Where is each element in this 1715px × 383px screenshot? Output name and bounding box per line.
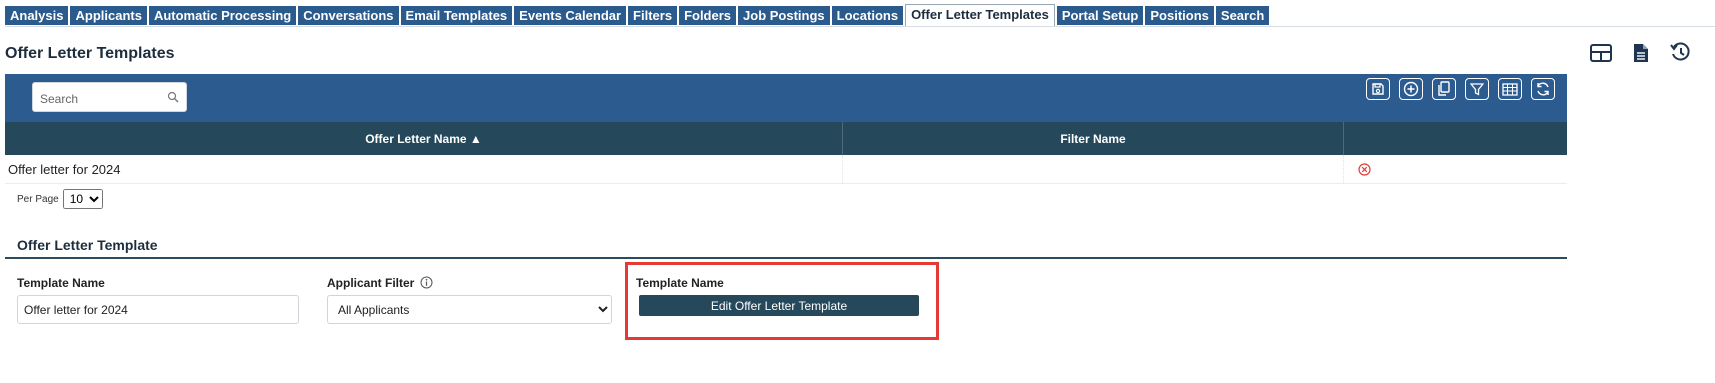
tab-offer-letter-templates[interactable]: Offer Letter Templates — [905, 4, 1055, 26]
template-name-input[interactable] — [17, 295, 299, 324]
cell-filter-name — [843, 155, 1344, 183]
refresh-icon[interactable] — [1531, 78, 1555, 100]
cell-actions — [1344, 155, 1567, 183]
tab-automatic-processing[interactable]: Automatic Processing — [148, 6, 297, 25]
info-icon[interactable] — [420, 276, 433, 289]
table-row[interactable]: Offer letter for 2024 — [5, 155, 1567, 184]
table-header: Offer Letter Name ▲ Filter Name — [5, 122, 1567, 155]
tab-portal-setup[interactable]: Portal Setup — [1056, 6, 1144, 25]
module-tabs: Analysis Applicants Automatic Processing… — [5, 4, 1271, 26]
delete-icon[interactable] — [1358, 162, 1371, 176]
tab-email-templates[interactable]: Email Templates — [400, 6, 513, 25]
tab-applicants[interactable]: Applicants — [70, 6, 147, 25]
column-header-filter-name[interactable]: Filter Name — [843, 122, 1344, 155]
grid-toolbar — [5, 74, 1567, 122]
cell-offer-letter-name: Offer letter for 2024 — [5, 155, 843, 183]
per-page-label: Per Page — [17, 193, 59, 205]
column-header-offer-letter-name[interactable]: Offer Letter Name ▲ — [5, 122, 843, 155]
per-page-control: Per Page 10 — [17, 189, 103, 209]
columns-icon[interactable] — [1498, 78, 1522, 100]
header-actions — [1588, 40, 1694, 66]
applicant-filter-select[interactable]: All Applicants — [327, 295, 612, 324]
tabs-divider — [5, 26, 1715, 27]
toolbar-actions — [1366, 78, 1555, 100]
filter-icon[interactable] — [1465, 78, 1489, 100]
copy-icon[interactable] — [1432, 78, 1456, 100]
applicant-filter-label: Applicant Filter — [327, 276, 415, 290]
search-input[interactable] — [38, 85, 162, 113]
save-icon[interactable] — [1366, 78, 1390, 100]
tab-filters[interactable]: Filters — [628, 6, 678, 25]
per-page-select[interactable]: 10 — [62, 189, 103, 209]
page-title: Offer Letter Templates — [5, 45, 175, 62]
highlight-box — [625, 262, 939, 340]
tab-locations[interactable]: Locations — [831, 6, 904, 25]
document-icon[interactable] — [1628, 40, 1654, 66]
history-icon[interactable] — [1668, 40, 1694, 66]
add-icon[interactable] — [1399, 78, 1423, 100]
tab-events-calendar[interactable]: Events Calendar — [514, 6, 627, 25]
tab-positions[interactable]: Positions — [1145, 6, 1214, 25]
section-title: Offer Letter Template — [17, 237, 158, 253]
section-divider — [5, 257, 1567, 259]
tab-job-postings[interactable]: Job Postings — [738, 6, 830, 25]
tab-folders[interactable]: Folders — [679, 6, 737, 25]
column-header-actions — [1344, 122, 1567, 155]
tab-conversations[interactable]: Conversations — [298, 6, 399, 25]
tab-search[interactable]: Search — [1215, 6, 1270, 25]
search-icon[interactable] — [167, 91, 179, 103]
template-name-label: Template Name — [17, 276, 105, 290]
layout-grid-icon[interactable] — [1588, 40, 1614, 66]
search-box — [32, 82, 187, 113]
tab-analysis[interactable]: Analysis — [5, 6, 69, 25]
